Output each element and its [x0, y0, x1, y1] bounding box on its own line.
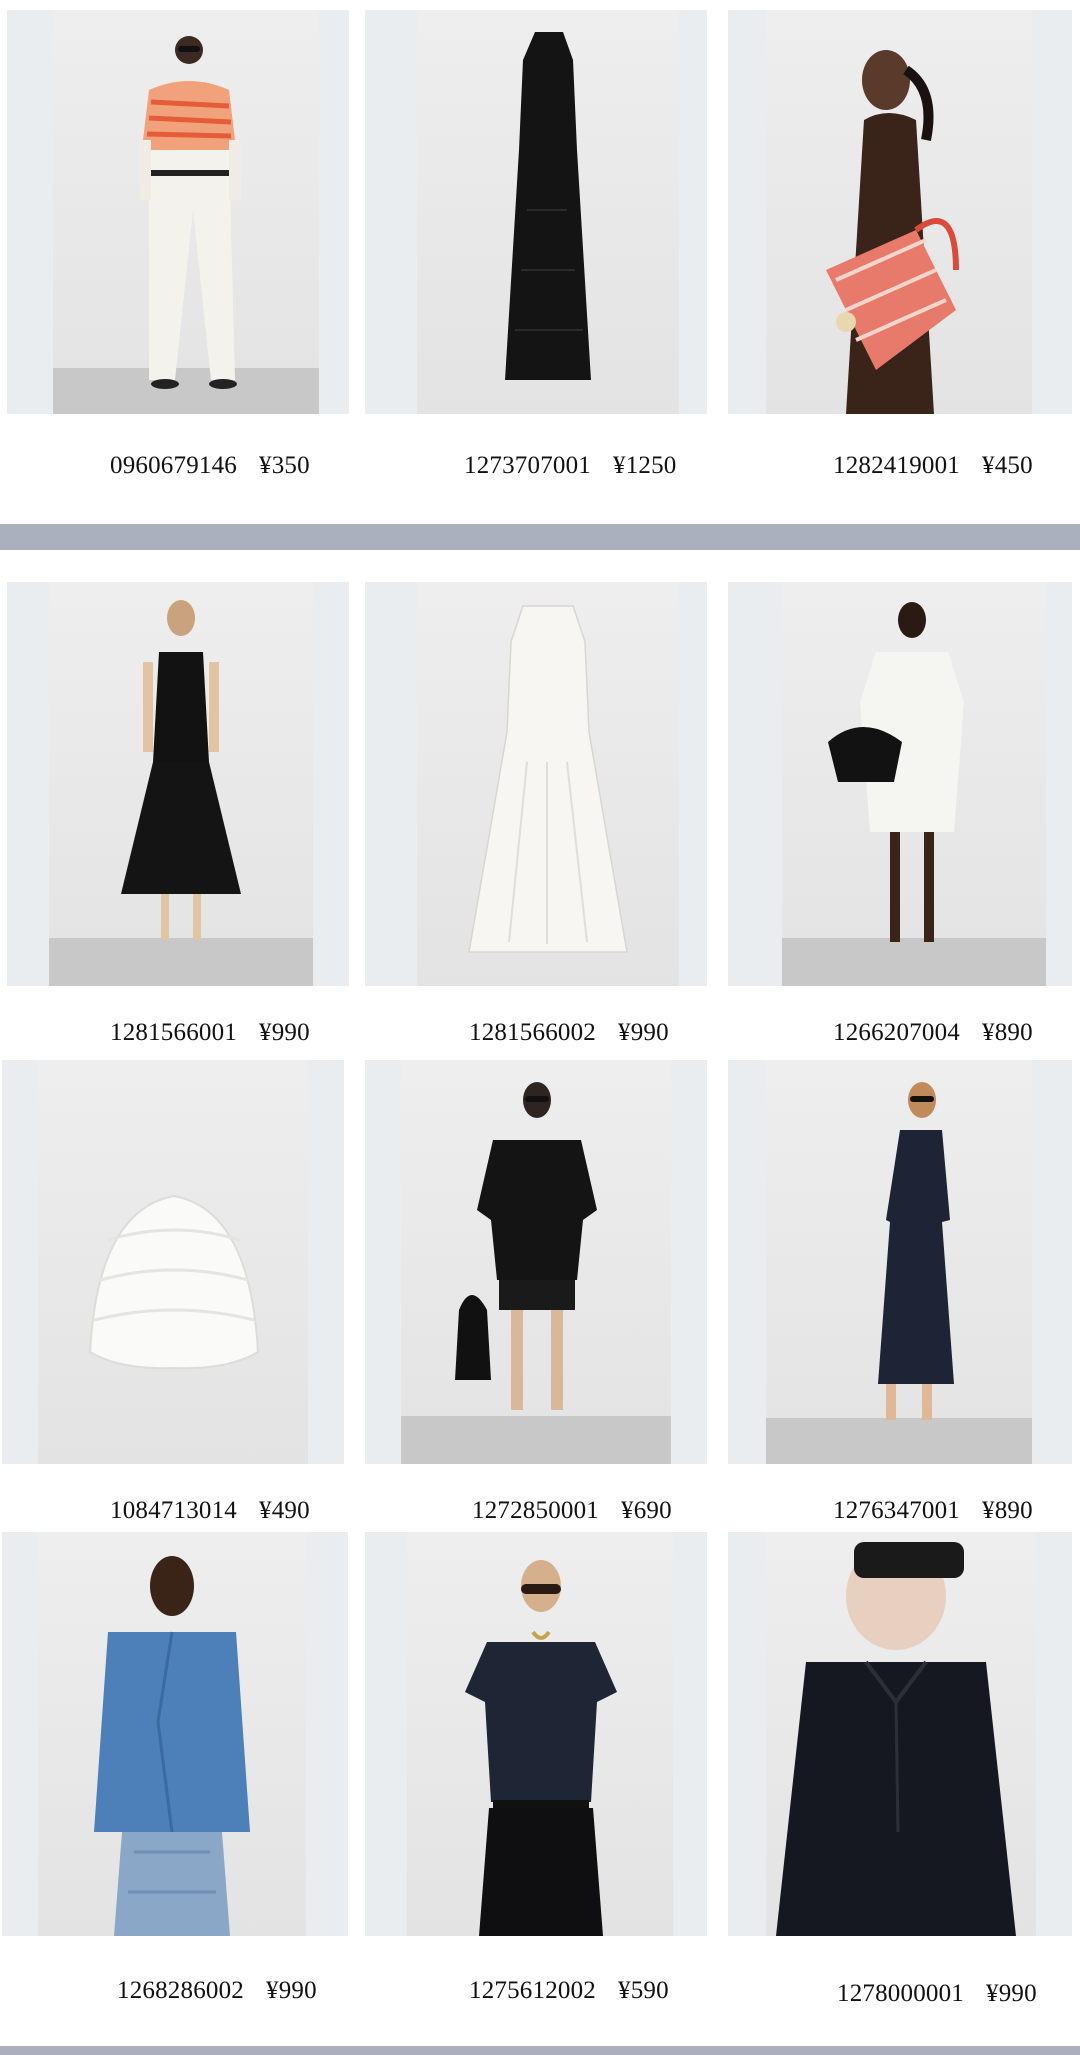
product-price: ¥990: [266, 1977, 317, 2004]
product-code: 1268286002: [117, 1977, 244, 2004]
product-code: 1278000001: [837, 1980, 964, 2007]
section-divider: [0, 2046, 1080, 2055]
product-code: 1276347001: [833, 1497, 960, 1524]
product-code: 1281566002: [469, 1019, 596, 1046]
product-card[interactable]: [7, 10, 349, 414]
product-price: ¥890: [982, 1497, 1033, 1524]
product-code: 0960679146: [110, 452, 237, 479]
product-image: [766, 1060, 1032, 1464]
product-card[interactable]: [365, 10, 707, 414]
product-card[interactable]: [365, 1060, 707, 1464]
product-caption: 0960679146 ¥350: [110, 452, 310, 480]
product-card[interactable]: [2, 1060, 344, 1464]
product-price: ¥350: [259, 452, 310, 479]
product-price: ¥990: [259, 1019, 310, 1046]
product-code: 1084713014: [110, 1497, 237, 1524]
product-card[interactable]: [7, 582, 349, 986]
product-image: [782, 582, 1046, 986]
product-image: [38, 1060, 308, 1464]
product-image: [401, 1060, 671, 1464]
product-price: ¥1250: [613, 452, 677, 479]
product-caption: 1276347001 ¥890: [833, 1497, 1033, 1525]
product-code: 1266207004: [833, 1019, 960, 1046]
product-card[interactable]: [365, 582, 707, 986]
product-image: [38, 1532, 306, 1936]
product-caption: 1273707001 ¥1250: [464, 452, 677, 480]
product-price: ¥690: [621, 1497, 672, 1524]
product-code: 1273707001: [464, 452, 591, 479]
product-caption: 1275612002 ¥590: [469, 1977, 669, 2005]
product-caption: 1268286002 ¥990: [117, 1977, 317, 2005]
product-card[interactable]: [365, 1532, 707, 1936]
section-divider: [0, 524, 1080, 550]
product-price: ¥490: [259, 1497, 310, 1524]
product-image: [53, 10, 319, 414]
product-image: [417, 582, 679, 986]
product-caption: 1272850001 ¥690: [472, 1497, 672, 1525]
product-caption: 1278000001 ¥990: [837, 1980, 1037, 2008]
product-code: 1275612002: [469, 1977, 596, 2004]
product-image: [407, 1532, 673, 1936]
product-card[interactable]: [728, 10, 1072, 414]
product-caption: 1282419001 ¥450: [833, 452, 1033, 480]
product-caption: 1266207004 ¥890: [833, 1019, 1033, 1047]
product-caption: 1281566002 ¥990: [469, 1019, 669, 1047]
product-price: ¥890: [982, 1019, 1033, 1046]
product-price: ¥450: [982, 452, 1033, 479]
product-image: [766, 1532, 1036, 1936]
product-card[interactable]: [2, 1532, 348, 1936]
product-image: [417, 10, 679, 414]
product-code: 1281566001: [110, 1019, 237, 1046]
product-caption: 1281566001 ¥990: [110, 1019, 310, 1047]
product-code: 1272850001: [472, 1497, 599, 1524]
product-price: ¥990: [986, 1980, 1037, 2007]
product-image: [49, 582, 313, 986]
product-card[interactable]: [728, 1532, 1072, 1936]
product-card[interactable]: [728, 1060, 1072, 1464]
product-caption: 1084713014 ¥490: [110, 1497, 310, 1525]
product-image: [766, 10, 1032, 414]
product-code: 1282419001: [833, 452, 960, 479]
product-price: ¥590: [618, 1977, 669, 2004]
product-price: ¥990: [618, 1019, 669, 1046]
product-card[interactable]: [728, 582, 1072, 986]
